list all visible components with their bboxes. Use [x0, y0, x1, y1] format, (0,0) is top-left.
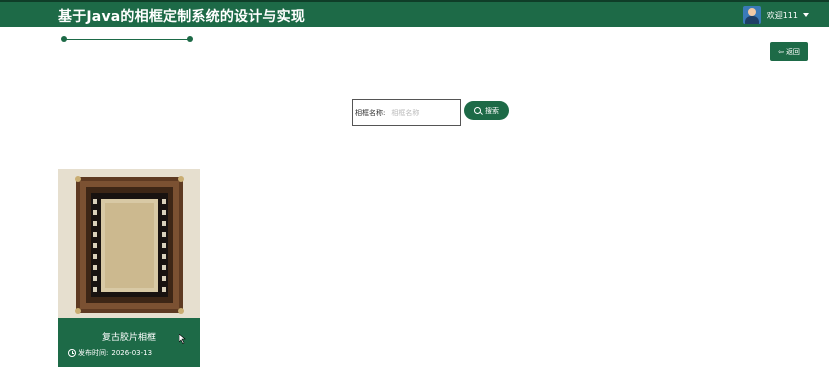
avatar[interactable] [742, 6, 761, 24]
search-input[interactable] [391, 108, 450, 117]
clock-icon [68, 349, 76, 357]
search-button[interactable]: 搜索 [464, 101, 509, 120]
top-header: 基于Java的相框定制系统的设计与实现 欢迎111 [0, 0, 829, 27]
product-date: 发布时间: 2026-03-13 [68, 348, 152, 358]
progress-line [63, 39, 191, 40]
user-name[interactable]: 欢迎111 [767, 10, 798, 21]
arrow-left-icon: ⇦ [778, 47, 784, 56]
search-label: 相框名称: [355, 108, 386, 117]
user-menu[interactable]: 欢迎111 [742, 5, 809, 25]
progress-decoration [61, 36, 193, 42]
avatar-body-shape [744, 16, 759, 24]
search-box: 相框名称: [352, 99, 461, 126]
avatar-head-shape [747, 8, 756, 16]
search-icon [474, 107, 481, 114]
search-button-label: 搜索 [485, 106, 499, 115]
progress-dot-end [187, 36, 193, 42]
film-frame-image [58, 169, 200, 318]
cursor-icon [179, 334, 186, 344]
caret-down-icon[interactable] [803, 13, 809, 17]
product-image[interactable] [58, 169, 200, 318]
back-button[interactable]: ⇦ 返回 [770, 42, 808, 61]
product-date-label: 发布时间: [78, 349, 109, 357]
progress-dot-start [61, 36, 67, 42]
back-button-label: 返回 [785, 47, 800, 56]
product-date-value: 2026-03-13 [111, 349, 153, 357]
app-title: 基于Java的相框定制系统的设计与实现 [58, 9, 306, 25]
